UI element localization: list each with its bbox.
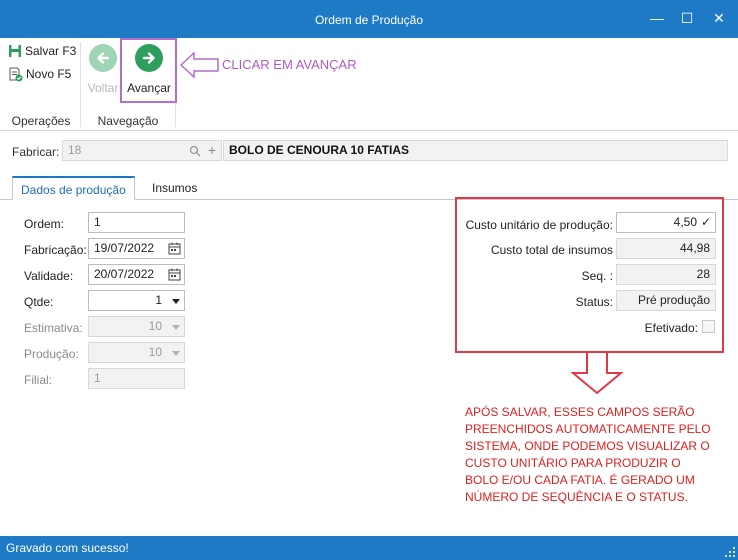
- estimativa-value: 10: [148, 319, 162, 333]
- ordem-input[interactable]: 1: [88, 212, 185, 233]
- tab-dados-producao[interactable]: Dados de produção: [12, 176, 135, 200]
- status-message: Gravado com sucesso!: [6, 541, 129, 555]
- title-bar: Ordem de Produção — ☐ ✕: [0, 0, 738, 38]
- chevron-down-icon: [172, 351, 180, 356]
- new-document-icon: [9, 67, 23, 81]
- check-icon: ✓: [700, 215, 711, 229]
- save-button[interactable]: Salvar F3: [8, 42, 76, 60]
- efetivado-checkbox[interactable]: [702, 320, 715, 333]
- qtde-dropdown[interactable]: 1: [88, 290, 185, 311]
- ribbon-toolbar: Salvar F3 Novo F5 Operações Voltar Avanç…: [0, 38, 738, 131]
- estimativa-label: Estimativa:: [24, 321, 83, 335]
- chevron-down-icon: [172, 325, 180, 330]
- custo-unitario-input[interactable]: 4,50 ✓: [616, 212, 716, 233]
- back-label: Voltar: [87, 81, 119, 95]
- status-label: Status:: [575, 295, 613, 309]
- save-label: Salvar F3: [25, 44, 77, 58]
- chevron-down-icon: [172, 299, 180, 304]
- explanation-note: APÓS SALVAR, ESSES CAMPOS SERÃO PREENCHI…: [465, 405, 711, 504]
- next-button-highlight: [120, 38, 177, 103]
- close-button[interactable]: ✕: [706, 8, 732, 28]
- fabricacao-label: Fabricação:: [24, 243, 87, 257]
- custo-unitario-label: Custo unitário de produção:: [465, 218, 613, 232]
- validade-value: 20/07/2022: [94, 267, 155, 281]
- search-icon[interactable]: [189, 145, 201, 157]
- ordem-label: Ordem:: [24, 217, 65, 231]
- arrow-left-icon: [89, 44, 117, 72]
- filial-label: Filial:: [24, 373, 53, 387]
- navigation-group-label: Navegação: [97, 114, 159, 128]
- operations-group-label: Operações: [11, 114, 71, 128]
- window-title: Ordem de Produção: [314, 13, 424, 27]
- status-bar: Gravado com sucesso!: [0, 536, 738, 560]
- estimativa-dropdown: 10: [88, 316, 185, 337]
- fabricar-label: Fabricar:: [12, 145, 60, 159]
- seq-label: Seq. :: [581, 269, 613, 283]
- validade-date-input[interactable]: 20/07/2022: [88, 264, 185, 285]
- save-icon: [9, 45, 21, 57]
- status-value: Pré produção: [616, 290, 716, 311]
- minimize-button[interactable]: —: [644, 8, 670, 28]
- producao-dropdown: 10: [88, 342, 185, 363]
- fabricar-description: BOLO DE CENOURA 10 FATIAS: [223, 140, 728, 161]
- qtde-label: Qtde:: [24, 295, 54, 309]
- fabricacao-value: 19/07/2022: [94, 241, 155, 255]
- tab-insumos[interactable]: Insumos: [144, 176, 205, 200]
- custo-total-value: 44,98: [616, 238, 716, 259]
- ribbon-separator: [80, 42, 81, 127]
- efetivado-label: Efetivado:: [644, 321, 698, 335]
- custo-total-label: Custo total de insumos: [490, 243, 613, 257]
- filial-input: 1: [88, 368, 185, 389]
- seq-value: 28: [616, 264, 716, 285]
- callout-text: CLICAR EM AVANÇAR: [222, 57, 357, 72]
- callout-arrow-left-icon: [180, 52, 219, 78]
- fabricacao-date-input[interactable]: 19/07/2022: [88, 238, 185, 259]
- calendar-icon[interactable]: [168, 242, 181, 255]
- add-icon[interactable]: +: [208, 141, 216, 160]
- producao-value: 10: [148, 345, 162, 359]
- arrow-down-icon: [571, 351, 623, 395]
- calendar-icon[interactable]: [168, 268, 181, 281]
- back-button[interactable]: Voltar: [86, 44, 120, 95]
- producao-label: Produção:: [24, 347, 79, 361]
- new-label: Novo F5: [26, 67, 72, 81]
- maximize-button[interactable]: ☐: [674, 8, 700, 28]
- custo-unitario-value: 4,50: [673, 215, 697, 229]
- new-button[interactable]: Novo F5: [8, 65, 71, 83]
- validade-label: Validade:: [24, 269, 74, 283]
- fabricar-code-value: 18: [68, 143, 82, 157]
- resize-grip-icon[interactable]: [725, 547, 735, 557]
- qtde-value: 1: [155, 293, 162, 307]
- fabricar-code-input[interactable]: 18 +: [62, 140, 222, 161]
